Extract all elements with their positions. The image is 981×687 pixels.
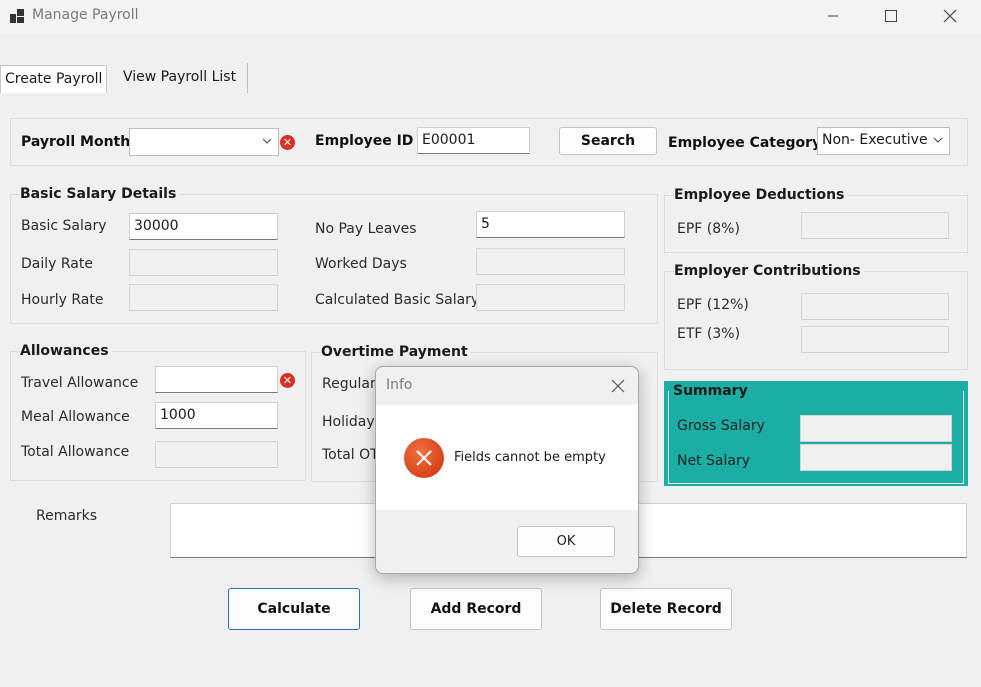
tab-create-payroll[interactable]: Create Payroll — [0, 65, 107, 93]
total-allowance-field[interactable] — [155, 441, 278, 468]
no-pay-leaves-label: No Pay Leaves — [315, 221, 417, 237]
window-title: Manage Payroll — [32, 7, 139, 23]
payroll-month-label: Payroll Month — [21, 134, 131, 150]
gross-salary-label: Gross Salary — [677, 418, 765, 434]
tab-view-payroll-list[interactable]: View Payroll List — [112, 63, 248, 93]
worked-days-field[interactable] — [476, 248, 625, 275]
worked-days-label: Worked Days — [315, 256, 407, 272]
chevron-down-icon — [262, 138, 272, 144]
gross-salary-field[interactable] — [800, 415, 952, 442]
employee-id-input[interactable]: E00001 — [417, 127, 530, 154]
hourly-rate-field[interactable] — [129, 284, 278, 311]
basic-salary-input[interactable]: 30000 — [129, 213, 278, 240]
employer-contributions-title: Employer Contributions — [674, 263, 864, 279]
calculate-button[interactable]: Calculate — [228, 588, 360, 630]
dialog-title: Info — [386, 377, 413, 393]
no-pay-leaves-input[interactable]: 5 — [476, 211, 625, 238]
etf-3-label: ETF (3%) — [677, 326, 741, 342]
employee-deductions-title: Employee Deductions — [674, 187, 848, 203]
employee-category-label: Employee Category — [668, 135, 822, 151]
close-icon — [611, 379, 625, 393]
error-icon: ✕ — [280, 373, 295, 388]
close-icon — [943, 9, 957, 23]
chevron-down-icon — [933, 137, 943, 143]
ok-button[interactable]: OK — [517, 526, 615, 557]
info-dialog: Info Fields cannot be empty OK — [375, 366, 639, 574]
error-icon — [404, 438, 444, 478]
error-icon: ✕ — [280, 135, 295, 150]
overtime-payment-title: Overtime Payment — [321, 344, 471, 360]
basic-salary-title: Basic Salary Details — [20, 186, 180, 202]
employee-id-label: Employee ID — [315, 133, 414, 149]
title-bar: Manage Payroll — [0, 0, 981, 34]
remarks-label: Remarks — [36, 508, 98, 524]
minimize-icon — [828, 15, 838, 17]
calculated-basic-salary-label: Calculated Basic Salary — [315, 292, 480, 308]
meal-allowance-input[interactable]: 1000 — [155, 402, 278, 429]
total-ot-label: Total OT — [322, 447, 379, 463]
net-salary-label: Net Salary — [677, 453, 751, 469]
search-button[interactable]: Search — [559, 127, 657, 155]
daily-rate-label: Daily Rate — [21, 256, 93, 272]
basic-salary-label: Basic Salary — [21, 218, 107, 234]
travel-allowance-input[interactable] — [155, 366, 278, 393]
dialog-close-button[interactable] — [598, 369, 638, 403]
app-icon — [10, 9, 24, 23]
add-record-button[interactable]: Add Record — [410, 588, 542, 630]
epf-8-field[interactable] — [801, 212, 949, 239]
employee-category-value: Non- Executive — [822, 132, 928, 148]
hourly-rate-label: Hourly Rate — [21, 292, 104, 308]
employee-category-select[interactable]: Non- Executive — [817, 127, 950, 155]
holiday-ot-label: Holiday — [322, 414, 375, 430]
total-allowance-label: Total Allowance — [21, 444, 130, 460]
close-button[interactable] — [927, 0, 973, 32]
maximize-icon — [885, 10, 897, 22]
epf-12-label: EPF (12%) — [677, 297, 749, 313]
epf-8-label: EPF (8%) — [677, 221, 740, 237]
payroll-month-select[interactable] — [129, 128, 279, 156]
dialog-message: Fields cannot be empty — [454, 450, 606, 465]
delete-record-button[interactable]: Delete Record — [600, 588, 732, 630]
maximize-button[interactable] — [868, 0, 914, 32]
daily-rate-field[interactable] — [129, 249, 278, 276]
etf-3-field[interactable] — [801, 326, 949, 353]
summary-panel: Summary Gross Salary Net Salary — [664, 380, 968, 486]
employer-contributions-group — [664, 271, 968, 370]
calculated-basic-salary-field[interactable] — [476, 284, 625, 311]
travel-allowance-label: Travel Allowance — [21, 375, 139, 391]
net-salary-field[interactable] — [800, 444, 952, 471]
meal-allowance-label: Meal Allowance — [21, 409, 130, 425]
regular-ot-label: Regular — [322, 376, 376, 392]
minimize-button[interactable] — [810, 0, 856, 32]
epf-12-field[interactable] — [801, 293, 949, 320]
allowances-title: Allowances — [20, 343, 112, 359]
